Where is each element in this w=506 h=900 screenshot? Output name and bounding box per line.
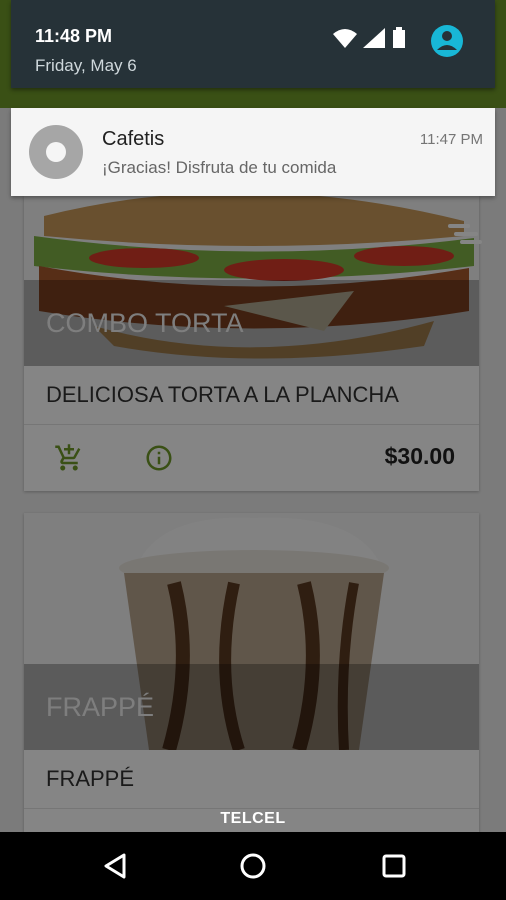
date: Friday, May 6 <box>35 56 137 75</box>
app-icon <box>29 125 83 179</box>
navigation-bar <box>0 832 506 900</box>
wifi-icon <box>333 29 357 48</box>
back-icon[interactable] <box>100 851 130 881</box>
notification-title: Cafetis <box>102 128 165 150</box>
clock: 11:48 PM <box>35 26 113 46</box>
home-icon[interactable] <box>238 851 268 881</box>
carrier-label: TELCEL <box>220 810 286 827</box>
recents-icon[interactable] <box>379 851 409 881</box>
account-icon <box>431 25 463 57</box>
notification-message: ¡Gracias! Disfruta de tu comida <box>102 158 337 177</box>
status-icons <box>333 24 473 58</box>
notification-card[interactable]: Cafetis ¡Gracias! Disfruta de tu comida … <box>11 108 495 196</box>
notification-time: 11:47 PM <box>419 131 483 148</box>
signal-icon <box>363 28 385 48</box>
notification-shade-header[interactable]: 11:48 PM Friday, May 6 <box>11 0 495 88</box>
battery-icon <box>393 27 405 48</box>
